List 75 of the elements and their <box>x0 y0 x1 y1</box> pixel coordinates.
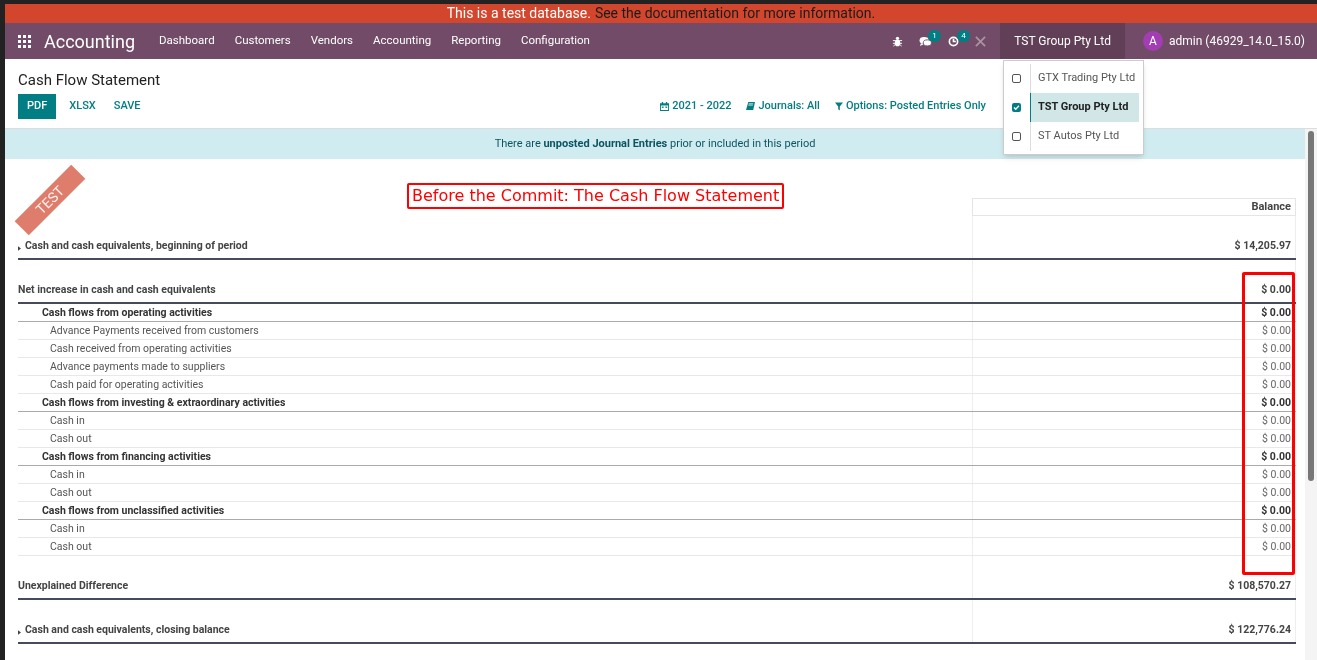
documentation-link[interactable]: See the documentation for more information. <box>594 4 876 24</box>
close-icon[interactable] <box>975 35 987 47</box>
balance-amount: $ 0.00 <box>1262 376 1291 393</box>
nav-menu-item[interactable]: Accounting <box>363 32 442 50</box>
annotation-title: Before the Commit: The Cash Flow Statement <box>407 183 785 209</box>
row-label: Cash out <box>50 538 92 555</box>
toolbar-button[interactable]: PDF <box>18 94 57 119</box>
clock-icon[interactable] <box>948 35 960 47</box>
notification-badge: 1 <box>928 30 941 42</box>
nav-menu-item[interactable]: Vendors <box>300 32 364 50</box>
row-label: Net increase in cash and cash equivalents <box>18 282 216 298</box>
company-menu-item[interactable]: ST Autos Pty Ltd <box>1031 122 1139 151</box>
balance-amount: $ 0.00 <box>1262 484 1291 501</box>
filter-icon <box>834 102 843 111</box>
nav-menu-item[interactable]: Dashboard <box>149 32 225 50</box>
column-header: Balance <box>972 198 1296 216</box>
notification-badge: 4 <box>957 30 970 42</box>
apps-menu-icon[interactable] <box>18 34 31 48</box>
scrollbar-thumb[interactable] <box>1308 131 1314 481</box>
balance-amount: $ 0.00 <box>1261 394 1291 411</box>
row-label: Cash in <box>50 466 85 483</box>
balance-amount: $ 0.00 <box>1261 282 1291 298</box>
checkbox[interactable] <box>1012 132 1021 141</box>
company-menu-item[interactable]: TST Group Pty Ltd <box>1031 93 1139 122</box>
page-title: Cash Flow Statement <box>18 70 161 89</box>
balance-amount: $ 0.00 <box>1262 520 1291 537</box>
balance-amount: $ 0.00 <box>1262 322 1291 339</box>
balance-amount: $ 0.00 <box>1262 538 1291 555</box>
row-label[interactable]: Cash and cash equivalents, beginning of period <box>25 238 248 254</box>
row-label: Cash received from operating activities <box>50 340 232 357</box>
toolbar-button[interactable]: SAVE <box>104 94 150 119</box>
row-label: Cash flows from investing & extraordinary activities <box>42 394 286 411</box>
bug-icon[interactable] <box>892 35 904 47</box>
company-switcher[interactable]: TST Group Pty Ltd <box>1000 23 1126 59</box>
toolbar-button[interactable]: XLSX <box>60 94 105 119</box>
app-name[interactable]: Accounting <box>44 27 136 55</box>
row-label: Cash out <box>50 430 92 447</box>
balance-amount: $ 0.00 <box>1261 304 1291 321</box>
filter-dropdown[interactable]: Options: Posted Entries Only <box>834 98 986 115</box>
checkbox[interactable] <box>1012 103 1021 112</box>
row-label: Unexplained Difference <box>18 578 129 594</box>
balance-amount: $ 0.00 <box>1261 502 1291 519</box>
row-label: Cash in <box>50 412 85 429</box>
row-label[interactable]: Cash and cash equivalents, closing balance <box>25 622 230 638</box>
caret-icon[interactable] <box>18 246 21 251</box>
row-label: Cash out <box>50 484 92 501</box>
row-label: Cash flows from unclassified activities <box>42 502 225 519</box>
balance-amount: $ 0.00 <box>1262 430 1291 447</box>
book-icon <box>746 102 756 111</box>
balance-amount: $ 0.00 <box>1262 412 1291 429</box>
balance-amount: $ 0.00 <box>1262 466 1291 483</box>
row-label: Cash paid for operating activities <box>50 376 204 393</box>
nav-menu-item[interactable]: Reporting <box>441 32 511 50</box>
balance-amount: $ 0.00 <box>1261 448 1291 465</box>
balance-amount: $ 122,776.24 <box>1228 622 1291 638</box>
balance-amount: $ 0.00 <box>1262 340 1291 357</box>
user-avatar[interactable]: A <box>1143 31 1164 51</box>
balance-amount: $ 108,570.27 <box>1228 578 1291 594</box>
balance-amount: $ 14,205.97 <box>1234 238 1291 254</box>
nav-menu-item[interactable]: Configuration <box>510 32 600 50</box>
caret-icon[interactable] <box>18 630 21 635</box>
calendar-icon <box>660 102 670 111</box>
row-label: Advance Payments received from customers <box>50 322 259 339</box>
row-label: Advance payments made to suppliers <box>50 358 226 375</box>
row-label: Cash flows from financing activities <box>42 448 211 465</box>
filter-dropdown[interactable]: 2021 - 2022 <box>660 98 732 115</box>
banner-text: This is a test database. <box>446 4 591 23</box>
balance-amount: $ 0.00 <box>1262 358 1291 375</box>
row-label: Cash flows from operating activities <box>42 304 213 321</box>
checkbox[interactable] <box>1012 74 1021 83</box>
nav-menu-item[interactable]: Customers <box>224 32 301 50</box>
row-label: Cash in <box>50 520 85 537</box>
company-menu-item[interactable]: GTX Trading Pty Ltd <box>1031 64 1139 93</box>
user-name[interactable]: admin (46929_14.0_15.0) <box>1169 32 1305 50</box>
filter-dropdown[interactable]: Journals: All <box>746 98 820 115</box>
